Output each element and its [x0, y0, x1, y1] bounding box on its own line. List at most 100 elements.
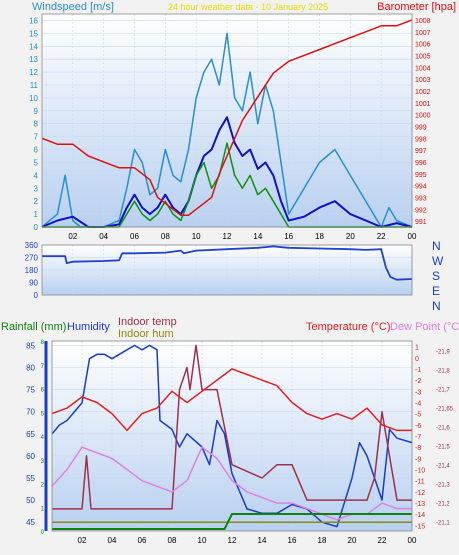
rainfall-tick-label: 1: [41, 506, 45, 512]
direction-letter-e: E: [432, 284, 440, 298]
barometer-tick-label: 992: [415, 207, 427, 214]
windspeed-tick-label: 3: [34, 184, 39, 193]
temperature-tick-label: -4: [415, 400, 421, 407]
direction-letter-n-top: N: [432, 239, 441, 253]
x-tick-label: 16: [284, 232, 293, 241]
x-tick-label: 08: [168, 536, 177, 545]
barometer-tick-label: 1002: [415, 89, 431, 96]
barometer-tick-label: 991: [415, 219, 427, 226]
barometer-tick-label: 999: [415, 124, 427, 131]
barometer-tick-label: 1003: [415, 77, 431, 84]
windspeed-tick-label: 9: [34, 107, 39, 116]
legend-indoor-hum: Indoor hum: [118, 328, 174, 340]
x-tick-label: 04: [99, 232, 108, 241]
windspeed-tick-label: 11: [30, 81, 39, 90]
windspeed-tick-label: 6: [34, 146, 39, 155]
barometer-tick-label: 997: [415, 148, 427, 155]
x-tick-label: 22: [377, 232, 386, 241]
barometer-tick-label: 1007: [415, 30, 431, 37]
x-tick-label: 18: [318, 536, 327, 545]
indoor-tick-label: -21,7: [436, 388, 450, 394]
indoor-tick-label: -21,6: [436, 426, 450, 432]
x-tick-label: 20: [346, 232, 355, 241]
temperature-tick-label: -5: [415, 412, 421, 419]
legend-indoor-temp: Indoor temp: [118, 316, 177, 328]
rainfall-tick-label: 8: [41, 340, 45, 346]
wind-direction-chart: 0 90 180 270 360 N W S E N: [25, 239, 444, 313]
rainfall-tick-label: 6: [41, 388, 45, 394]
windspeed-tick-label: 7: [34, 133, 39, 142]
x-tick-label: 18: [315, 232, 324, 241]
temperature-tick-label: -7: [415, 434, 421, 441]
temperature-tick-label: -6: [415, 423, 421, 430]
indoor-tick-label: -21,5: [436, 445, 450, 451]
temperature-tick-label: -15: [415, 523, 425, 530]
barometer-tick-label: 1001: [415, 101, 431, 108]
windspeed-tick-label: 4: [34, 171, 39, 180]
rainfall-tick-label: 7: [41, 364, 45, 370]
windspeed-tick-label: 1: [34, 210, 39, 219]
direction-letter-w: W: [432, 254, 444, 268]
barometer-tick-label: 998: [415, 136, 427, 143]
humidity-tick-label: 45: [26, 518, 35, 527]
direction-tick-label: 90: [29, 279, 38, 288]
barometer-axis-label: Barometer [hpa]: [377, 1, 456, 13]
temperature-tick-label: -13: [415, 501, 425, 508]
rainfall-tick-label: 3: [41, 459, 45, 465]
barometer-tick-label: 996: [415, 160, 427, 167]
x-tick-label: 00: [408, 536, 417, 545]
barometer-tick-label: 1006: [415, 42, 431, 49]
x-tick-label: 10: [198, 536, 207, 545]
legend-dewpoint: Dew Point (°C): [390, 321, 459, 333]
x-tick-label: 16: [288, 536, 297, 545]
chart-subtitle: 24 hour weather data - 10 January 2025: [168, 2, 328, 12]
direction-letter-s: S: [432, 269, 440, 283]
x-tick-label: 14: [258, 536, 267, 545]
indoor-tick-label: -21,4: [436, 464, 450, 470]
barometer-tick-label: 993: [415, 195, 427, 202]
x-tick-label: 06: [130, 232, 139, 241]
x-tick-label: 22: [378, 536, 387, 545]
rainfall-tick-label: 5: [41, 411, 45, 417]
x-tick-label: 00: [408, 232, 417, 241]
direction-tick-label: 270: [25, 254, 39, 263]
x-tick-label: 06: [138, 536, 147, 545]
temperature-tick-label: -11: [415, 479, 425, 486]
temperature-tick-label: -14: [415, 512, 425, 519]
temperature-tick-label: -9: [415, 456, 421, 463]
windspeed-tick-label: 5: [34, 158, 39, 167]
humidity-tick-label: 80: [26, 364, 35, 373]
rainfall-tick-label: 0: [41, 530, 45, 536]
windspeed-tick-label: 0: [34, 223, 39, 232]
windspeed-tick-label: 13: [29, 55, 38, 64]
temperature-tick-label: -1: [415, 367, 421, 374]
humidity-tick-label: 70: [26, 408, 35, 417]
humidity-tick-label: 85: [26, 341, 35, 350]
barometer-tick-label: 1004: [415, 65, 431, 72]
humidity-tick-label: 60: [26, 452, 35, 461]
x-tick-label: 08: [161, 232, 170, 241]
humidity-tick-label: 75: [26, 386, 35, 395]
temperature-tick-label: -10: [415, 468, 425, 475]
temperature-tick-label: 1: [415, 345, 419, 352]
x-tick-label: 20: [348, 536, 357, 545]
x-tick-label: 04: [108, 536, 117, 545]
indoor-tick-label: -21,3: [436, 483, 450, 489]
x-tick-label: 02: [78, 536, 87, 545]
windspeed-tick-label: 15: [29, 29, 38, 38]
barometer-tick-label: 1008: [415, 18, 431, 25]
x-tick-label: 10: [192, 232, 201, 241]
windspeed-tick-label: 14: [29, 42, 38, 51]
barometer-tick-label: 994: [415, 184, 427, 191]
temperature-tick-label: -2: [415, 378, 421, 385]
indoor-tick-label: -21,8: [436, 369, 450, 375]
windspeed-tick-label: 12: [29, 68, 38, 77]
indoor-tick-label: -21,2: [436, 502, 450, 508]
windspeed-tick-label: 2: [34, 197, 39, 206]
barometer-tick-label: 1005: [415, 53, 431, 60]
humidity-tick-label: 55: [26, 474, 35, 483]
direction-tick-label: 360: [25, 241, 39, 250]
x-tick-label: 12: [228, 536, 237, 545]
legend-rainfall: Rainfall (mm): [1, 321, 66, 333]
x-tick-label: 02: [68, 232, 77, 241]
